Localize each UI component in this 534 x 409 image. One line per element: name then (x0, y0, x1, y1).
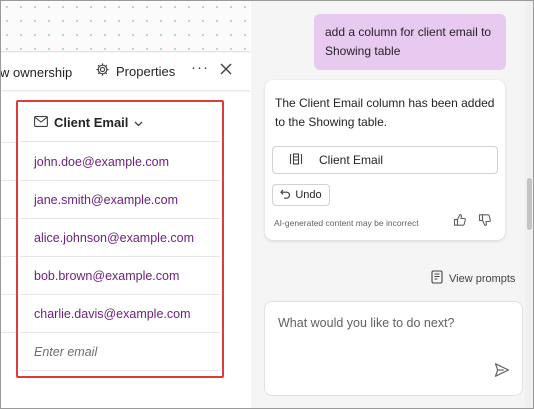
properties-label: Properties (116, 63, 176, 79)
undo-button[interactable]: Undo (272, 184, 330, 206)
adjacent-column (0, 92, 18, 409)
ai-disclaimer: AI-generated content may be incorrect (274, 218, 419, 228)
send-icon[interactable] (494, 362, 510, 383)
close-icon[interactable] (219, 62, 233, 81)
ai-response-text: The Client Email column has been added t… (275, 96, 495, 129)
ai-response-card: The Client Email column has been added t… (265, 80, 505, 240)
scrollbar-thumb[interactable] (527, 178, 532, 230)
user-message-bubble: add a column for client email to Showing… (314, 14, 506, 70)
new-email-input[interactable]: Enter email (20, 333, 220, 371)
table-editor-pane: w ownership Properties ··· Client Email … (0, 0, 250, 409)
email-rows: john.doe@example.com jane.smith@example.… (20, 143, 220, 371)
properties-button[interactable]: Properties (95, 62, 175, 80)
chat-input-box (264, 301, 523, 396)
undo-label: Undo (295, 189, 322, 201)
chevron-down-icon[interactable] (134, 115, 143, 130)
column-chip-label: Client Email (319, 153, 384, 167)
more-options-button[interactable]: ··· (191, 59, 209, 76)
thumbs-down-icon[interactable] (478, 213, 492, 232)
view-prompts-label: View prompts (449, 272, 516, 285)
copilot-pane: add a column for client email to Showing… (251, 0, 534, 409)
canvas-background (0, 0, 250, 52)
thumbs-up-icon[interactable] (453, 213, 467, 232)
table-row[interactable]: john.doe@example.com (20, 143, 220, 181)
column-icon (289, 152, 303, 169)
data-grid: Client Email john.doe@example.com jane.s… (0, 92, 250, 409)
cut-off-content (264, 401, 523, 409)
client-email-column-chip[interactable]: Client Email (272, 146, 498, 174)
table-row[interactable]: bob.brown@example.com (20, 257, 220, 295)
view-prompts-button[interactable]: View prompts (431, 270, 515, 287)
table-row[interactable]: jane.smith@example.com (20, 181, 220, 219)
client-email-column-header[interactable]: Client Email (20, 104, 220, 142)
view-ownership-button[interactable]: w ownership (0, 65, 72, 80)
chat-input[interactable] (278, 316, 498, 356)
gear-icon (95, 62, 110, 80)
table-toolbar: w ownership Properties ··· (0, 53, 250, 91)
undo-icon (280, 189, 291, 202)
table-row[interactable]: charlie.davis@example.com (20, 295, 220, 333)
table-row[interactable]: alice.johnson@example.com (20, 219, 220, 257)
prompts-icon (431, 270, 443, 287)
column-header-label: Client Email (54, 115, 129, 130)
mail-icon (34, 115, 48, 130)
